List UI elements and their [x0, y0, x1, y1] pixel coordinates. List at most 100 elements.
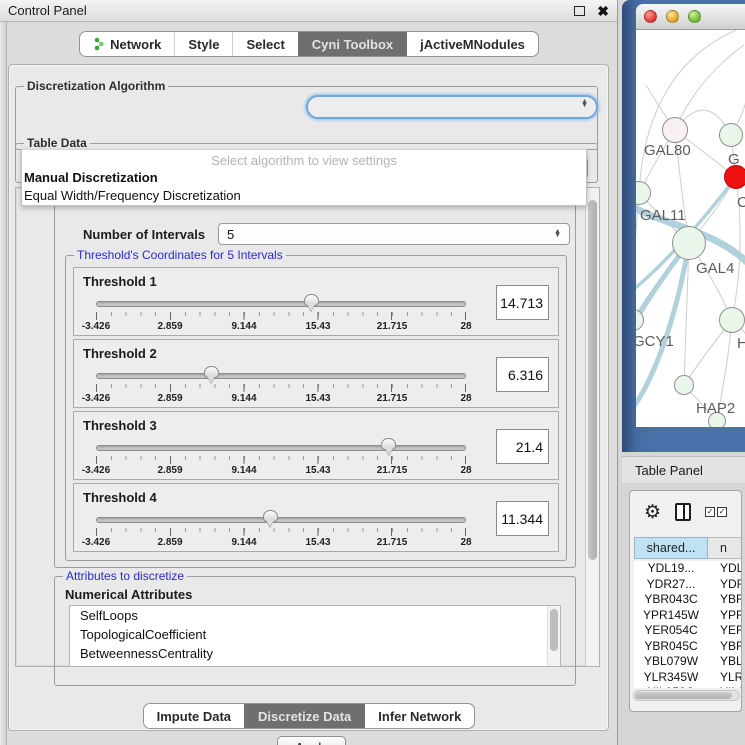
threshold-2-value-field[interactable]: 6.316	[496, 357, 549, 392]
numerical-attributes-list[interactable]: SelfLoops TopologicalCoefficient Between…	[69, 605, 561, 667]
slider-major-ticks	[96, 384, 466, 392]
number-of-intervals-label: Number of Intervals	[83, 227, 205, 242]
threshold-1-panel: Threshold 1 -3.4262.8599.14415.4321.7152…	[73, 267, 559, 336]
list-item[interactable]: BetweennessCentrality	[70, 644, 560, 663]
top-tabbar: Network Style Select Cyni Toolbox jActiv…	[0, 31, 618, 57]
settings-scrollbar[interactable]	[585, 188, 599, 666]
float-window-icon[interactable]	[574, 6, 585, 16]
gear-icon[interactable]: ⚙	[644, 503, 661, 522]
tab-discretize-data[interactable]: Discretize Data	[244, 704, 364, 728]
close-icon[interactable]: ✖	[597, 4, 609, 18]
tab-style[interactable]: Style	[174, 32, 232, 56]
network-canvas[interactable]: GAL80 G C GAL11 GAL4 GCY1 H HAP2	[636, 30, 745, 427]
node-label: G	[728, 151, 740, 168]
network-node[interactable]	[719, 307, 745, 333]
table-row[interactable]: YPR145WYPR1	[634, 608, 742, 624]
tab-network[interactable]: Network	[80, 32, 174, 56]
threshold-1-slider-thumb[interactable]	[304, 294, 319, 306]
left-edge-strip	[0, 22, 7, 745]
threshold-1-label: Threshold 1	[83, 274, 157, 289]
settings-scrollbar-thumb[interactable]	[588, 200, 597, 560]
column-header-shared[interactable]: shared...	[634, 537, 708, 559]
threshold-4-value-field[interactable]: 11.344	[496, 501, 549, 536]
table-row[interactable]: YDR27...YDR2	[634, 577, 742, 593]
screenshot-root: Control Panel ✖ Network	[0, 0, 745, 745]
algorithm-option-equal-width[interactable]: Equal Width/Frequency Discretization	[22, 186, 586, 204]
table-row[interactable]: YLR345WYLR3	[634, 670, 742, 686]
slider-track[interactable]	[96, 373, 466, 379]
slider-scale-labels: -3.4262.8599.14415.4321.71528	[96, 537, 466, 548]
table-row[interactable]: YBR043CYBR0	[634, 592, 742, 608]
cyni-toolbox-panel: Discretization Algorithm ▲▼ Table Data g…	[8, 64, 609, 731]
node-label: HAP2	[696, 400, 735, 417]
list-item[interactable]: SelfLoops	[70, 606, 560, 625]
table-panel-toolbar: ⚙ ✓ ✓	[630, 491, 741, 533]
table-row[interactable]: YBL079WYBL0	[634, 654, 742, 670]
tab-impute-data[interactable]: Impute Data	[144, 704, 244, 728]
node-label: C	[737, 194, 745, 211]
tab-network-label: Network	[110, 37, 161, 52]
threshold-4-panel: Threshold 4 -3.4262.8599.14415.4321.7152…	[73, 483, 559, 552]
slider-scale-labels: -3.4262.8599.14415.4321.71528	[96, 393, 466, 404]
algorithm-option-manual[interactable]: Manual Discretization	[22, 168, 586, 186]
algorithm-hint: Select algorithm to view settings	[22, 150, 586, 168]
list-item[interactable]: TopologicalCoefficient	[70, 625, 560, 644]
checkbox-checked-icon[interactable]: ✓	[705, 507, 715, 517]
apply-button[interactable]: Apply	[277, 736, 346, 745]
number-of-intervals-combo[interactable]: 5 ▲▼	[218, 223, 570, 245]
column-header-name[interactable]: n	[708, 537, 742, 559]
network-node[interactable]	[674, 375, 694, 395]
table-row[interactable]: YBR045CYBR0	[634, 639, 742, 655]
threshold-1-value-field[interactable]: 14.713	[496, 285, 549, 320]
tab-cyni-toolbox[interactable]: Cyni Toolbox	[298, 32, 406, 56]
split-columns-icon[interactable]	[675, 503, 691, 521]
algorithm-combo-focused[interactable]: ▲▼	[306, 95, 598, 119]
tab-infer-network[interactable]: Infer Network	[364, 704, 474, 728]
tab-select[interactable]: Select	[232, 32, 297, 56]
table-rows[interactable]: YDL19...YDL1 YDR27...YDR2 YBR043CYBR0 YP…	[634, 561, 742, 688]
table-scrollbar-thumb[interactable]	[635, 692, 732, 699]
table-row[interactable]: YDL19...YDL1	[634, 561, 742, 577]
attributes-scrollbar[interactable]	[547, 606, 560, 666]
network-node[interactable]	[719, 123, 743, 147]
network-node[interactable]	[672, 226, 706, 260]
tab-discretize-data-label: Discretize Data	[258, 709, 351, 724]
threshold-4-slider-thumb[interactable]	[263, 510, 278, 522]
attributes-scrollbar-thumb[interactable]	[550, 609, 558, 651]
table-row[interactable]: YIL052CYIL0	[634, 685, 742, 688]
table-panel-title: Table Panel	[635, 463, 703, 478]
threshold-3-value-field[interactable]: 21.4	[496, 429, 549, 464]
close-traffic-light-icon[interactable]	[644, 10, 657, 23]
node-label: GAL4	[696, 260, 734, 277]
thresholds-group: Threshold's Coordinates for 5 Intervals …	[65, 255, 567, 561]
slider-track[interactable]	[96, 445, 466, 451]
slider-track[interactable]	[96, 517, 466, 523]
checkbox-checked-icon[interactable]: ✓	[717, 507, 727, 517]
discretization-algorithm-group: Discretization Algorithm ▲▼	[15, 86, 598, 150]
network-window-titlebar	[636, 4, 745, 30]
threshold-2-panel: Threshold 2 -3.4262.8599.14415.4321.7152…	[73, 339, 559, 408]
settings-scroll-area: Interval Definition Number of Intervals …	[15, 187, 600, 667]
top-tab-pill: Network Style Select Cyni Toolbox jActiv…	[79, 31, 539, 57]
slider-track[interactable]	[96, 301, 466, 307]
network-node[interactable]	[662, 117, 688, 143]
network-view-window: GAL80 G C GAL11 GAL4 GCY1 H HAP2	[622, 0, 745, 452]
network-tab-icon	[93, 37, 105, 51]
zoom-traffic-light-icon[interactable]	[688, 10, 701, 23]
combo-spinner-icon: ▲▼	[581, 100, 588, 108]
tab-jactivemnodules-label: jActiveMNodules	[420, 37, 525, 52]
tab-jactivemnodules[interactable]: jActiveMNodules	[406, 32, 538, 56]
slider-scale-labels: -3.4262.8599.14415.4321.71528	[96, 465, 466, 476]
network-node-highlighted[interactable]	[724, 165, 745, 189]
minimize-traffic-light-icon[interactable]	[666, 10, 679, 23]
threshold-3-slider-thumb[interactable]	[381, 438, 396, 450]
slider-major-ticks	[96, 528, 466, 536]
threshold-2-slider-thumb[interactable]	[204, 366, 219, 378]
node-label: GAL80	[644, 142, 691, 159]
table-header-row: shared... n	[634, 537, 742, 559]
bottom-tab-pill: Impute Data Discretize Data Infer Networ…	[143, 703, 476, 729]
table-horizontal-scrollbar[interactable]	[633, 690, 740, 701]
node-label: H	[737, 335, 745, 352]
combo-spinner-icon: ▲▼	[554, 230, 561, 238]
table-row[interactable]: YER054CYER0	[634, 623, 742, 639]
